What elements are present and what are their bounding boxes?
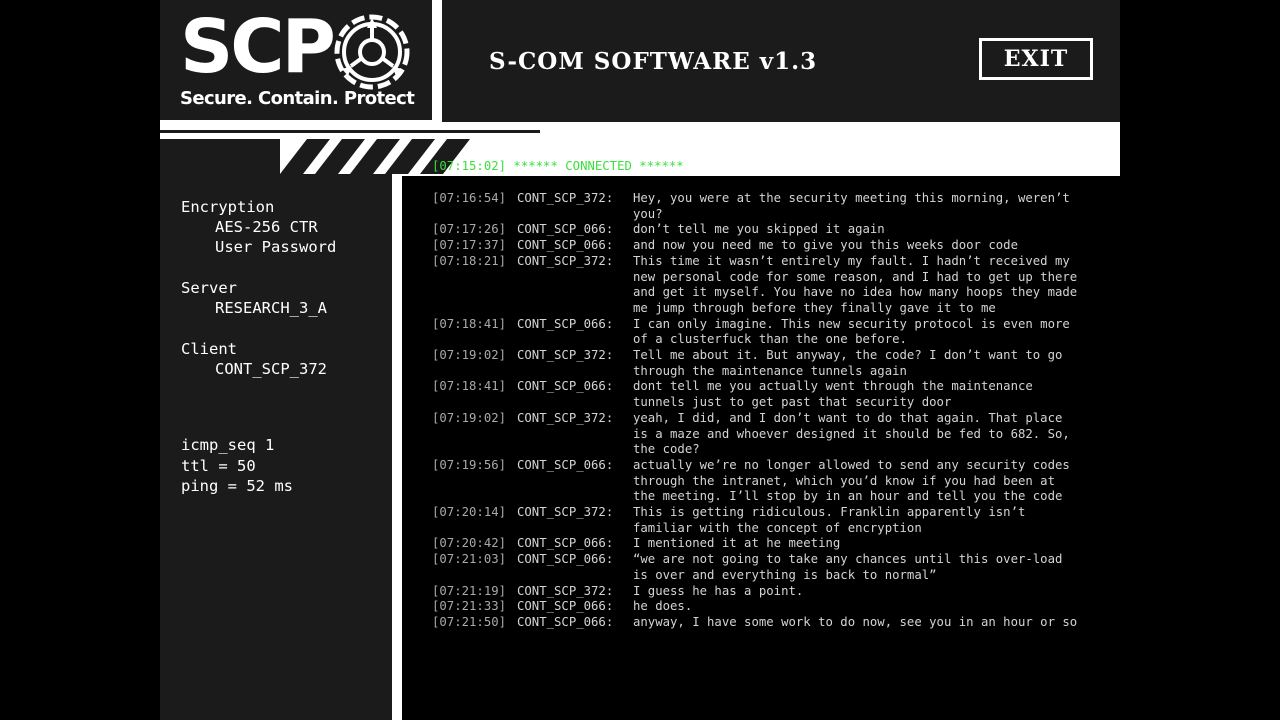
message-text: This time it wasn’t entirely my fault. I… (633, 253, 1078, 315)
message-sender: CONT_SCP_066: (517, 238, 614, 253)
chat-message: [07:21:50] CONT_SCP_066: anyway, I have so… (432, 615, 1112, 631)
connected-status: [07:15:02] ****** CONNECTED ****** (432, 159, 684, 173)
logo-text: SCP (180, 4, 336, 90)
scom-window: SCP Secure. Contain. Protect S-COM SOFTW… (160, 0, 1120, 720)
message-sender: CONT_SCP_372: (517, 583, 614, 598)
chat-message: [07:20:42] CONT_SCP_066: I mentioned it at… (432, 536, 1112, 552)
message-text: “we are not going to take any chances un… (633, 552, 1063, 582)
server-label: Server (181, 279, 237, 297)
message-text: yeah, I did, and I don’t want to do that… (633, 410, 1070, 457)
message-timestamp: [07:19:02] (432, 410, 507, 425)
chat-message: [07:19:02] CONT_SCP_372: Tell me about it.… (432, 348, 1112, 379)
chat-message: [07:17:37] CONT_SCP_066: and now you need … (432, 238, 1112, 254)
message-sender: CONT_SCP_066: (517, 457, 614, 472)
message-sender: CONT_SCP_372: (517, 505, 614, 520)
app-title: S-COM SOFTWARE v1.3 (489, 48, 818, 75)
message-text: he does. (633, 599, 693, 614)
chat-message: [07:18:41] CONT_SCP_066: I can only imagin… (432, 317, 1112, 348)
chat-message: [07:18:21] CONT_SCP_372: This time it wasn… (432, 254, 1112, 317)
icmp-seq: icmp_seq 1 (181, 436, 275, 454)
message-text: and now you need me to give you this wee… (633, 238, 1018, 253)
message-text: This is getting ridiculous. Franklin app… (633, 505, 1026, 535)
chat-message: [07:20:14] CONT_SCP_372: This is getting r… (432, 505, 1112, 536)
encryption-method: User Password (215, 238, 337, 256)
message-timestamp: [07:16:54] (432, 191, 507, 205)
message-text: don’t tell me you skipped it again (633, 222, 885, 237)
message-timestamp: [07:18:21] (432, 253, 507, 268)
message-sender: CONT_SCP_066: (517, 552, 614, 567)
encryption-cipher: AES-256 CTR (215, 218, 318, 236)
logo-tagline: Secure. Contain. Protect (180, 88, 415, 109)
client-label: Client (181, 340, 237, 358)
message-list: [07:16:54] CONT_SCP_372: Hey, you were at … (432, 191, 1112, 631)
message-sender: CONT_SCP_372: (517, 253, 614, 268)
chat-message: [07:18:41] CONT_SCP_066: dont tell me you … (432, 379, 1112, 410)
message-text: Hey, you were at the security meeting th… (633, 191, 1070, 221)
chat-message: [07:17:26] CONT_SCP_066: don’t tell me you… (432, 222, 1112, 238)
chat-log[interactable]: [07:15:02] ****** CONNECTED ****** [07:1… (402, 159, 1120, 720)
message-timestamp: [07:21:33] (432, 599, 507, 614)
message-timestamp: [07:20:14] (432, 505, 507, 520)
message-text: anyway, I have some work to do now, see … (633, 614, 1078, 629)
message-sender: CONT_SCP_372: (517, 348, 614, 363)
message-timestamp: [07:17:37] (432, 238, 507, 253)
chat-message: [07:19:56] CONT_SCP_066: actually we’re no… (432, 458, 1112, 505)
message-timestamp: [07:21:03] (432, 552, 507, 567)
message-timestamp: [07:18:41] (432, 316, 507, 331)
message-timestamp: [07:21:19] (432, 583, 507, 598)
header-bar: S-COM SOFTWARE v1.3 EXIT (442, 0, 1120, 122)
message-timestamp: [07:21:50] (432, 614, 507, 629)
message-timestamp: [07:17:26] (432, 222, 507, 237)
message-sender: CONT_SCP_066: (517, 614, 614, 629)
chat-message: [07:21:03] CONT_SCP_066: “we are not going… (432, 552, 1112, 583)
message-timestamp: [07:19:02] (432, 348, 507, 363)
message-timestamp: [07:18:41] (432, 379, 507, 394)
scp-emblem-icon (334, 14, 410, 90)
message-sender: CONT_SCP_066: (517, 316, 614, 331)
ping-value: ping = 52 ms (181, 477, 293, 495)
client-value: CONT_SCP_372 (215, 360, 327, 378)
server-value: RESEARCH_3_A (215, 299, 327, 317)
message-text: I guess he has a point. (633, 583, 804, 598)
message-sender: CONT_SCP_066: (517, 222, 614, 237)
message-text: I mentioned it at he meeting (633, 536, 841, 551)
scp-logo: SCP Secure. Contain. Protect (160, 0, 432, 120)
connection-info-panel: Encryption AES-256 CTR User Password Ser… (160, 174, 392, 720)
message-text: I can only imagine. This new security pr… (633, 316, 1070, 347)
message-timestamp: [07:19:56] (432, 457, 507, 472)
chat-message: [07:21:33] CONT_SCP_066: he does. (432, 599, 1112, 615)
message-sender: CONT_SCP_066: (517, 599, 614, 614)
exit-button[interactable]: EXIT (979, 38, 1093, 80)
message-sender: CONT_SCP_066: (517, 379, 614, 394)
message-text: dont tell me you actually went through t… (633, 379, 1033, 410)
message-sender: CONT_SCP_372: (517, 410, 614, 425)
message-text: actually we’re no longer allowed to send… (633, 457, 1070, 504)
message-timestamp: [07:20:42] (432, 536, 507, 551)
chat-message: [07:21:19] CONT_SCP_372: I guess he has a … (432, 584, 1112, 600)
chat-message: [07:16:54] CONT_SCP_372: Hey, you were at … (432, 191, 1112, 222)
chat-message: [07:19:02] CONT_SCP_372: yeah, I did, and … (432, 411, 1112, 458)
message-text: Tell me about it. But anyway, the code? … (633, 348, 1063, 378)
message-sender: CONT_SCP_066: (517, 536, 614, 551)
encryption-label: Encryption (181, 198, 275, 216)
message-sender: CONT_SCP_372: (517, 191, 614, 205)
ttl-value: ttl = 50 (181, 457, 256, 475)
